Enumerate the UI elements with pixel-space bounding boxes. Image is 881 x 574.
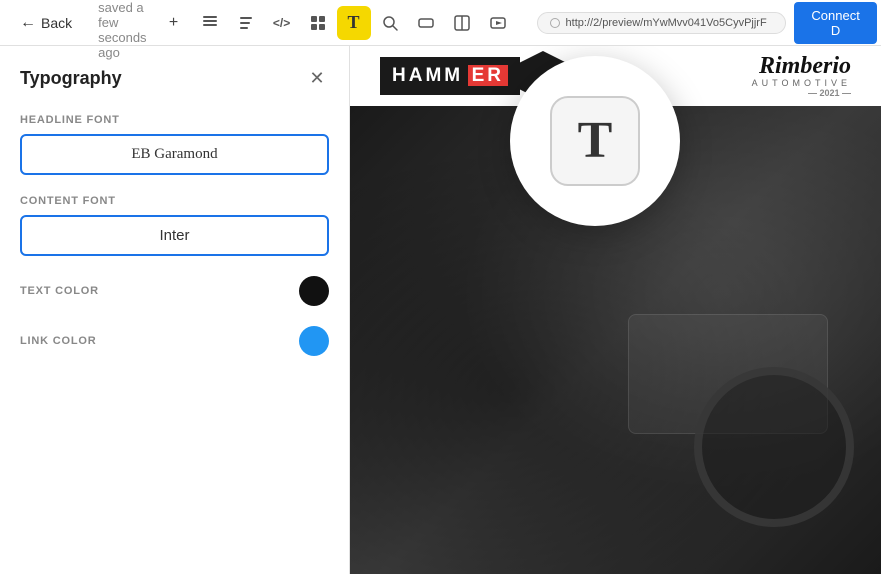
typography-icon[interactable]: T — [337, 6, 371, 40]
canvas-area: T HAMM ER Rimberio AUTOMOTIVE — 2021 — — [350, 46, 881, 574]
main-layout: Typography ✕ HEADLINE FONT EB Garamond C… — [0, 46, 881, 574]
toolbar-icons: + </> T — [157, 6, 515, 40]
save-status: Last saved a few seconds ago — [98, 0, 146, 60]
logo-left-text: HAMM — [392, 65, 463, 86]
url-bar[interactable]: http://2/preview/mYwMvv041Vo5CyvPjjrF — [537, 12, 787, 34]
components-icon[interactable] — [301, 6, 335, 40]
link-color-swatch[interactable] — [299, 326, 329, 356]
url-text: http://2/preview/mYwMvv041Vo5CyvPjjrF — [566, 17, 767, 29]
headline-font-label: HEADLINE FONT — [20, 114, 329, 126]
text-color-swatch[interactable] — [299, 276, 329, 306]
content-font-group: CONTENT FONT Inter — [20, 195, 329, 256]
pages-icon[interactable] — [229, 6, 263, 40]
panel-header: Typography ✕ — [20, 66, 329, 90]
headline-font-selector[interactable]: EB Garamond — [20, 134, 329, 175]
preview-logo-left: HAMM ER — [380, 57, 520, 95]
headline-font-group: HEADLINE FONT EB Garamond — [20, 114, 329, 175]
canvas-content: HAMM ER Rimberio AUTOMOTIVE — 2021 — — [350, 46, 881, 574]
steering-wheel — [694, 367, 854, 527]
layers-icon[interactable] — [193, 6, 227, 40]
forms-icon[interactable] — [409, 6, 443, 40]
link-color-field: LINK COLOR — [20, 326, 329, 356]
back-arrow-icon: ← — [20, 14, 36, 32]
url-radio — [550, 18, 560, 28]
logo-year: — 2021 — — [752, 89, 851, 99]
layout-icon[interactable] — [445, 6, 479, 40]
typography-panel: Typography ✕ HEADLINE FONT EB Garamond C… — [0, 46, 350, 574]
text-color-field: TEXT COLOR — [20, 276, 329, 306]
connect-button[interactable]: Connect D — [794, 2, 877, 44]
toolbar-right: http://2/preview/mYwMvv041Vo5CyvPjjrF Co… — [537, 2, 877, 44]
content-font-label: CONTENT FONT — [20, 195, 329, 207]
link-color-label: LINK COLOR — [20, 335, 96, 347]
logo-right-name: Rimberio — [759, 53, 851, 79]
code-icon[interactable]: </> — [265, 6, 299, 40]
media-icon[interactable] — [481, 6, 515, 40]
search-icon[interactable] — [373, 6, 407, 40]
logo-left-text2: ER — [468, 65, 508, 86]
back-button[interactable]: ← Back — [12, 10, 80, 36]
content-font-selector[interactable]: Inter — [20, 215, 329, 256]
text-color-label: TEXT COLOR — [20, 285, 99, 297]
top-bar: ← Back Last saved a few seconds ago + </… — [0, 0, 881, 46]
preview-logo-left-wrapper: HAMM ER — [380, 51, 568, 101]
preview-logo-right: Rimberio AUTOMOTIVE — 2021 — — [752, 53, 851, 99]
logo-hexagon — [518, 51, 568, 101]
back-label: Back — [41, 15, 72, 31]
add-icon[interactable]: + — [157, 6, 191, 40]
preview-header: HAMM ER Rimberio AUTOMOTIVE — 2021 — — [350, 46, 881, 106]
panel-title: Typography — [20, 68, 122, 89]
preview-image — [350, 106, 881, 574]
close-panel-button[interactable]: ✕ — [305, 66, 329, 90]
